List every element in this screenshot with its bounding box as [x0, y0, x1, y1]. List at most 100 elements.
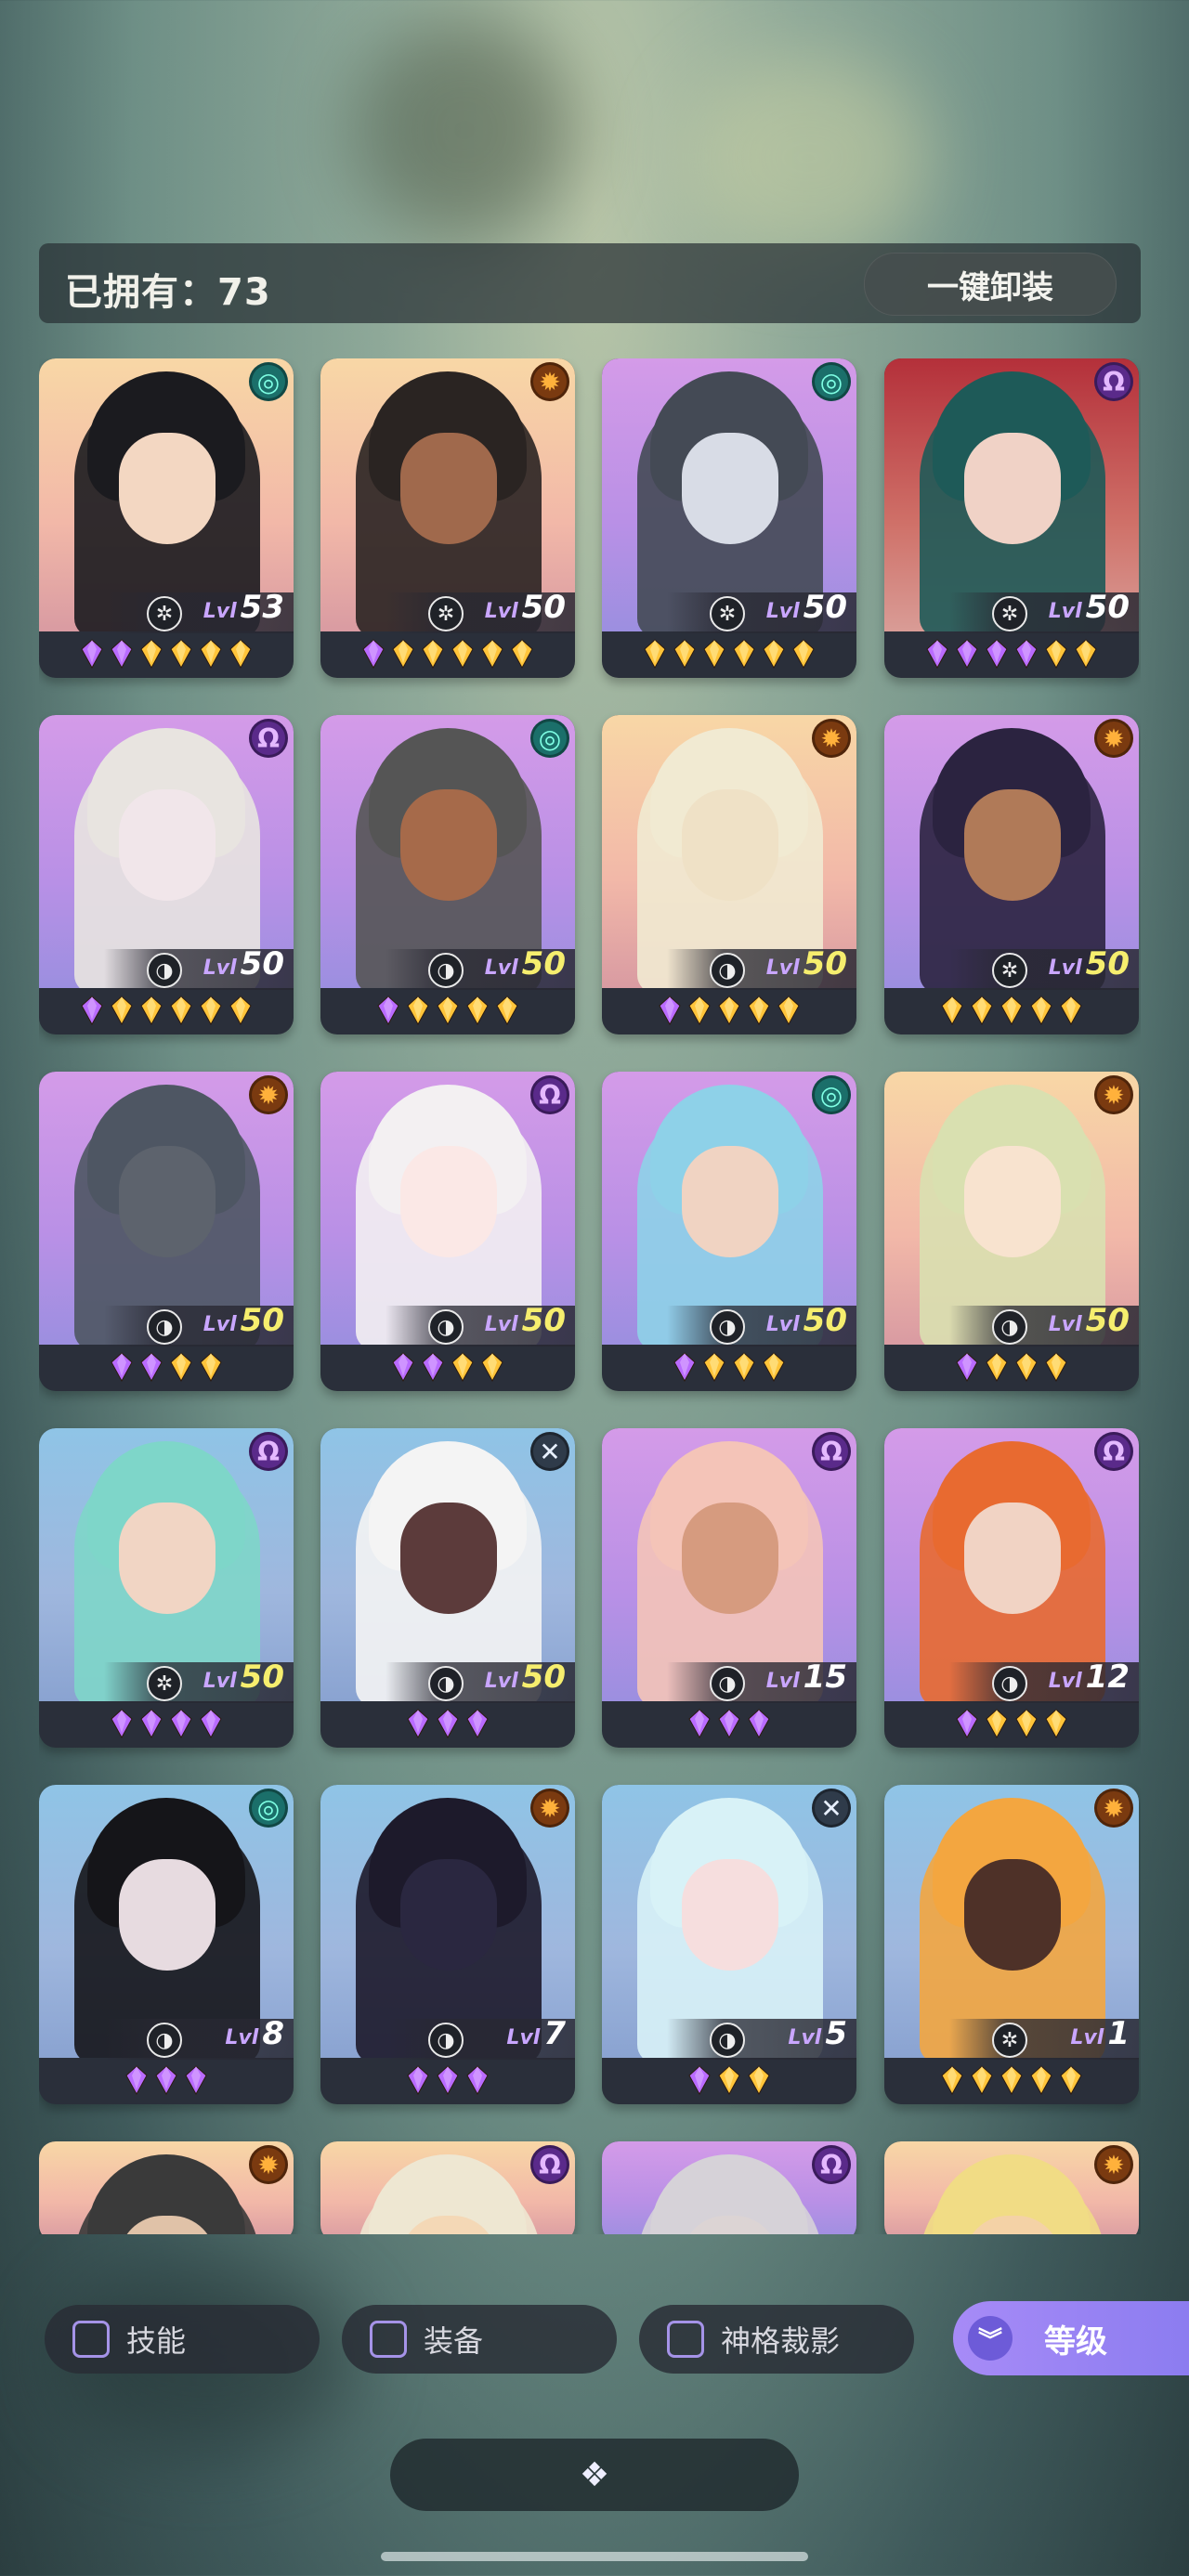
star-gems [320, 1709, 575, 1740]
hero-card[interactable]: ✹ ◑ Lvl 50 [602, 715, 856, 1034]
omega-icon: Ω [1094, 362, 1133, 401]
hero-card[interactable]: ◎ ◑ Lvl 50 [320, 715, 575, 1034]
hero-card[interactable]: ◎ ✲ Lvl 50 [602, 358, 856, 678]
swirl-icon: ◎ [530, 719, 569, 758]
star-gems [39, 995, 294, 1027]
sort-level-button[interactable]: ︾ 等级 [953, 2301, 1189, 2375]
hero-card[interactable]: ✹ [39, 2141, 294, 2234]
gold-gem-icon [792, 639, 815, 669]
hero-card[interactable]: Ω ◑ Lvl 12 [884, 1428, 1139, 1748]
sun-icon: ✹ [1094, 1075, 1133, 1114]
hero-card[interactable]: ✹ [884, 2141, 1139, 2234]
filter-skill[interactable]: 技能 [45, 2305, 320, 2374]
level-value: 50 [521, 589, 566, 626]
hero-card[interactable]: ◎ ◑ Lvl 8 [39, 1785, 294, 2104]
sun-icon: ✹ [530, 362, 569, 401]
checkbox[interactable] [370, 2321, 407, 2358]
sun-icon: ✹ [1094, 719, 1133, 758]
gold-gem-icon [718, 2065, 740, 2095]
gold-gem-icon [986, 1709, 1008, 1738]
purple-gem-icon [1015, 639, 1038, 669]
gold-gem-icon [229, 995, 252, 1025]
background-blur [687, 56, 929, 260]
crescent-class-icon: ◑ [428, 1309, 464, 1345]
level-prefix: Lvl [484, 1313, 518, 1336]
hero-card[interactable]: ✕ ◑ Lvl 50 [320, 1428, 575, 1748]
hero-card[interactable]: Ω [602, 2141, 856, 2234]
hero-card[interactable]: Ω ✲ Lvl 50 [884, 358, 1139, 678]
gold-gem-icon [1045, 639, 1067, 669]
level-value: 5 [825, 2015, 847, 2052]
gold-gem-icon [1045, 1352, 1067, 1382]
hero-face [119, 1503, 216, 1614]
hero-card[interactable]: ✹ ✲ Lvl 50 [884, 715, 1139, 1034]
sun-icon: ✹ [1094, 1789, 1133, 1828]
purple-gem-icon [81, 995, 103, 1025]
hero-card[interactable]: ◎ ◑ Lvl 50 [602, 1072, 856, 1391]
collapse-bar[interactable]: ❖ [390, 2439, 799, 2511]
hero-face [119, 1859, 216, 1971]
double-chevron-down-icon: ︾ [968, 2316, 1013, 2361]
hero-level: Lvl 50 [485, 945, 566, 982]
level-value: 50 [803, 1302, 847, 1339]
star-gems [884, 1352, 1139, 1384]
gold-gem-icon [763, 639, 785, 669]
hero-card[interactable]: ✹ ✲ Lvl 50 [320, 358, 575, 678]
hero-card[interactable]: ✕ ◑ Lvl 5 [602, 1785, 856, 2104]
aperture-class-icon: ✲ [992, 2023, 1027, 2058]
hero-level: Lvl 50 [203, 1302, 284, 1339]
purple-gem-icon [407, 1709, 429, 1738]
level-value: 1 [1107, 2015, 1130, 2052]
checkbox[interactable] [667, 2321, 704, 2358]
crescent-class-icon: ◑ [147, 2023, 182, 2058]
aperture-class-icon: ✲ [992, 953, 1027, 988]
level-prefix: Lvl [1070, 2026, 1104, 2049]
hero-card[interactable]: Ω [320, 2141, 575, 2234]
purple-gem-icon [956, 1709, 978, 1738]
gold-gem-icon [422, 639, 444, 669]
hero-card[interactable]: ✹ ✲ Lvl 1 [884, 1785, 1139, 2104]
purple-gem-icon [140, 1709, 163, 1738]
filter-equip[interactable]: 装备 [342, 2305, 617, 2374]
gold-gem-icon [941, 995, 963, 1025]
hero-card[interactable]: Ω ◑ Lvl 15 [602, 1428, 856, 1748]
hero-card[interactable]: ✹ ◑ Lvl 50 [39, 1072, 294, 1391]
hero-card[interactable]: ✹ ◑ Lvl 7 [320, 1785, 575, 2104]
aperture-class-icon: ✲ [147, 1666, 182, 1701]
hero-card[interactable]: ◎ ✲ Lvl 53 [39, 358, 294, 678]
gold-gem-icon [200, 1352, 222, 1382]
filter-divinity[interactable]: 神格裁影 [639, 2305, 914, 2374]
gold-gem-icon [1045, 1709, 1067, 1738]
crescent-class-icon: ◑ [992, 1309, 1027, 1345]
owned-header: 已拥有：73 一键卸装 [39, 243, 1141, 323]
gold-gem-icon [703, 1352, 725, 1382]
hero-level: Lvl 8 [225, 2015, 284, 2052]
unequip-all-button[interactable]: 一键卸装 [864, 253, 1117, 316]
omega-icon: Ω [249, 719, 288, 758]
hero-card[interactable]: Ω ✲ Lvl 50 [39, 1428, 294, 1748]
crescent-class-icon: ◑ [428, 953, 464, 988]
hero-card[interactable]: Ω ◑ Lvl 50 [39, 715, 294, 1034]
level-value: 50 [521, 945, 566, 982]
hero-level: Lvl 7 [506, 2015, 566, 2052]
hero-card[interactable]: ✹ ◑ Lvl 50 [884, 1072, 1139, 1391]
purple-gem-icon [688, 1709, 711, 1738]
star-gems [602, 1709, 856, 1740]
level-value: 50 [1085, 945, 1130, 982]
level-prefix: Lvl [1048, 600, 1082, 623]
omega-icon: Ω [249, 1432, 288, 1471]
hero-grid: ◎ ✲ Lvl 53 ✹ ✲ Lvl 50 ◎ ✲ Lvl 50 Ω ✲ Lvl… [39, 358, 1141, 2234]
gold-gem-icon [392, 639, 414, 669]
star-gems [602, 639, 856, 670]
gold-gem-icon [688, 995, 711, 1025]
hero-face [400, 1859, 497, 1971]
hero-face [682, 789, 778, 901]
hero-card[interactable]: Ω ◑ Lvl 50 [320, 1072, 575, 1391]
aperture-class-icon: ✲ [147, 596, 182, 631]
checkbox[interactable] [72, 2321, 110, 2358]
hero-face [964, 1503, 1061, 1614]
crescent-class-icon: ◑ [710, 953, 745, 988]
hero-face [119, 789, 216, 901]
purple-gem-icon [956, 1352, 978, 1382]
hero-face [682, 433, 778, 544]
